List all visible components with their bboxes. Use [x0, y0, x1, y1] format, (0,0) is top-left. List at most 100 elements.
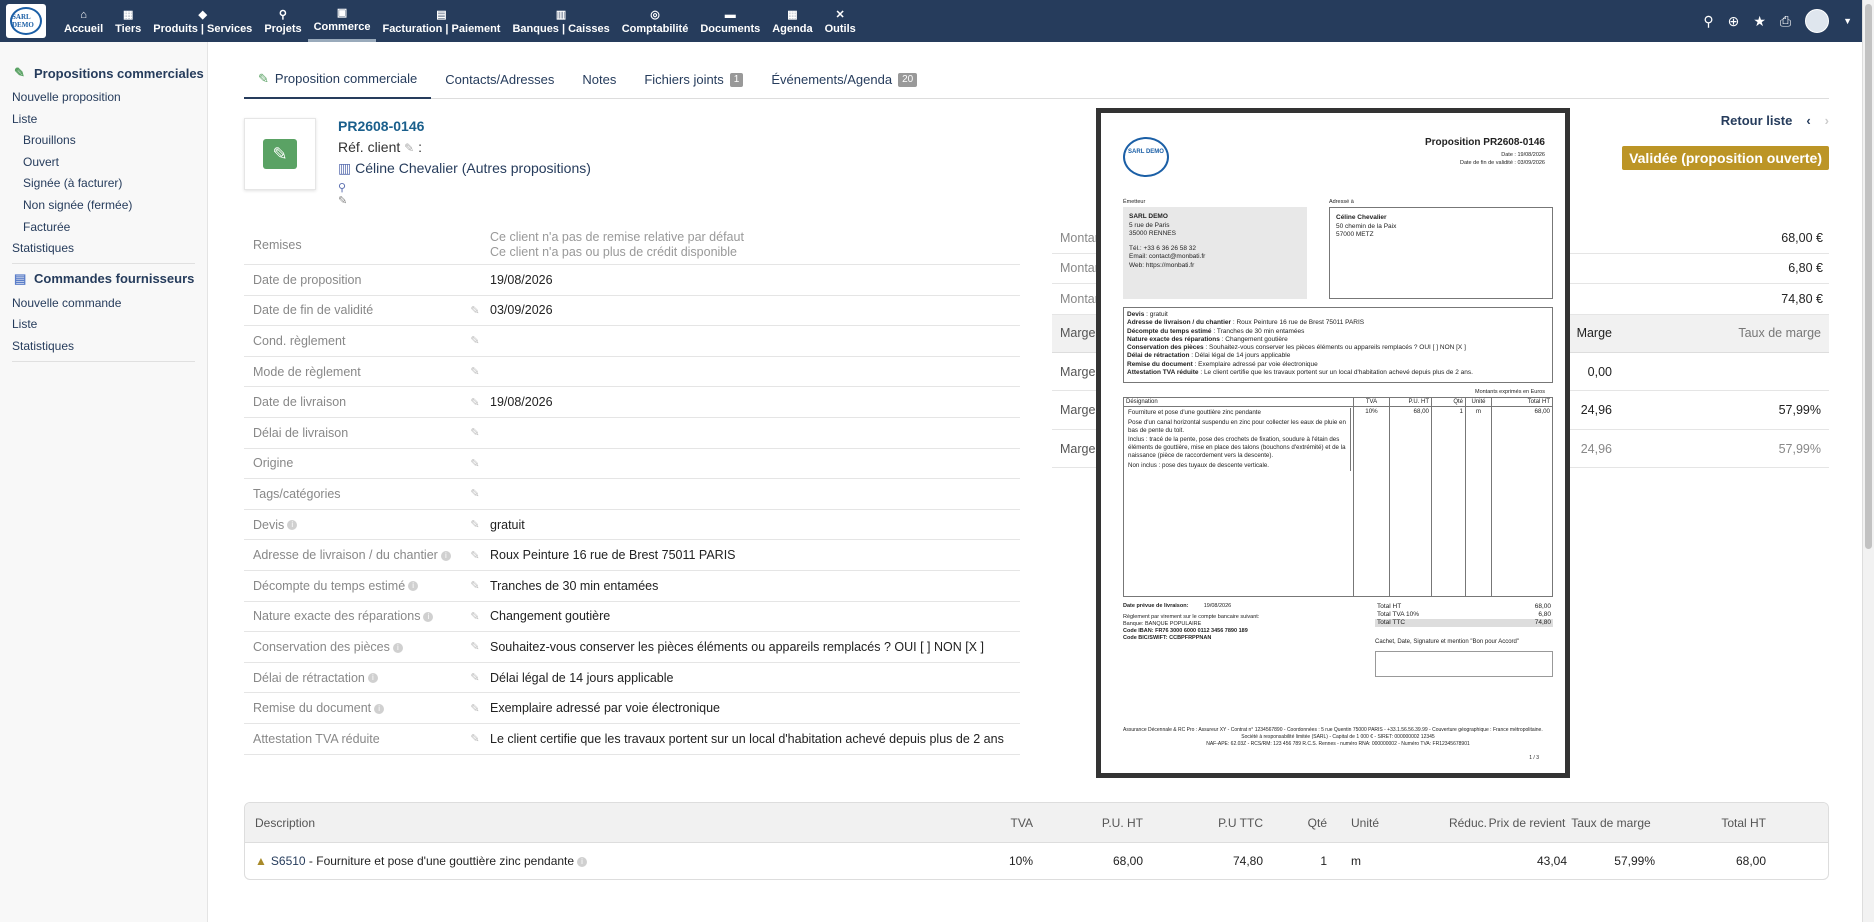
pencil-icon[interactable]: ✎ — [460, 702, 490, 715]
menu-item-label: Outils — [824, 22, 856, 35]
menu-item-accueil[interactable]: ⌂ Accueil — [58, 0, 109, 42]
preview-extra-value: Délai légal de 14 jours applicable — [1194, 352, 1291, 360]
menu-item-label: Accueil — [64, 22, 104, 35]
info-icon[interactable]: i — [392, 642, 403, 653]
order-icon: ▤ — [14, 270, 27, 286]
info-icon[interactable]: i — [287, 520, 298, 531]
menu-item-documents[interactable]: ▬ Documents — [694, 0, 766, 42]
field-label-text: Date de fin de validité — [253, 303, 374, 318]
field-row: Décompte du temps estimé i ✎ Tranches de 30… — [244, 571, 1020, 602]
pencil-icon[interactable]: ✎ — [404, 141, 414, 155]
tab--v-nements-agenda[interactable]: Événements/Agenda 20 — [757, 60, 931, 99]
print-icon[interactable]: ⎙ — [1780, 13, 1791, 30]
field-row: Origine ✎ — [244, 449, 1020, 480]
menu-item-produits-services[interactable]: ◆ Produits | Services — [147, 0, 258, 42]
sidebar-item[interactable]: Nouvelle proposition — [0, 87, 207, 109]
menu-item-facturation-paiement[interactable]: ▤ Facturation | Paiement — [376, 0, 506, 42]
sidebar-section-supplier-orders[interactable]: ▤ Commandes fournisseurs — [0, 270, 207, 288]
sidebar-item[interactable]: Facturée — [0, 217, 207, 239]
sidebar-item[interactable]: Liste — [0, 109, 207, 131]
add-circle-icon[interactable]: ⊕ — [1728, 13, 1740, 30]
field-label-text: Adresse de livraison / du chantier — [253, 548, 438, 563]
field-value-line: Ce client n'a pas ou plus de crédit disp… — [490, 244, 737, 259]
back-to-list-link[interactable]: Retour liste — [1721, 113, 1793, 128]
chevron-left-icon[interactable]: ‹ — [1806, 113, 1810, 128]
pencil-icon[interactable]: ✎ — [460, 334, 490, 347]
sidebar-item[interactable]: Liste — [0, 314, 207, 336]
sidebar-item[interactable]: Nouvelle commande — [0, 293, 207, 315]
menu-item-label: Comptabilité — [621, 22, 689, 35]
sidebar-item[interactable]: Non signée (fermée) — [0, 195, 207, 217]
pencil-icon[interactable]: ✎ — [460, 518, 490, 531]
chevron-down-icon[interactable]: ▼ — [1843, 16, 1852, 26]
menu-item-agenda[interactable]: ▦ Agenda — [766, 0, 818, 42]
tab-contacts-adresses[interactable]: Contacts/Adresses — [431, 60, 568, 99]
tab-label: Notes — [582, 71, 617, 87]
pencil-icon[interactable]: ✎ — [460, 365, 490, 378]
preview-total-row: Total TVA 10% 6,80 — [1375, 611, 1553, 619]
preview-legal-line: NAF-APE: 62.03Z - RCS/RM: 123 456 789 R.… — [1206, 741, 1470, 747]
field-label-text: Mode de règlement — [253, 364, 361, 379]
field-value: Le client certifie que les travaux porte… — [490, 731, 1004, 746]
info-icon[interactable]: i — [577, 856, 588, 867]
sidebar-item[interactable]: Brouillons — [0, 130, 207, 152]
menu-item-projets[interactable]: ⚲ Projets — [258, 0, 307, 42]
pencil-icon[interactable]: ✎ — [460, 396, 490, 409]
sidebar-item[interactable]: Statistiques — [0, 238, 207, 260]
chevron-right-icon[interactable]: › — [1825, 113, 1829, 128]
pencil-icon[interactable]: ✎ — [460, 426, 490, 439]
pencil-icon[interactable]: ✎ — [460, 457, 490, 470]
info-icon[interactable]: i — [367, 673, 378, 684]
pencil-icon[interactable]: ✎ — [460, 732, 490, 745]
proposal-icon: ✎ — [14, 65, 25, 80]
sidebar-item[interactable]: Statistiques — [0, 336, 207, 358]
margin-rate: 57,99% — [1778, 403, 1821, 418]
menu-item-banques-caisses[interactable]: ▥ Banques | Caisses — [506, 0, 615, 42]
info-icon[interactable]: i — [408, 581, 419, 592]
scrollbar-thumb[interactable] — [1865, 4, 1872, 549]
field-row: Tags/catégories ✎ — [244, 479, 1020, 510]
sidebar-section-title: Commandes fournisseurs — [34, 271, 195, 287]
info-icon[interactable]: i — [374, 703, 385, 714]
tab-proposition-commerciale[interactable]: ✎ Proposition commerciale — [244, 60, 432, 99]
menu-item-outils[interactable]: ✕ Outils — [819, 0, 862, 42]
page-scrollbar[interactable] — [1862, 0, 1874, 922]
info-icon[interactable]: i — [440, 550, 451, 561]
table-row[interactable]: ▲ S6510 - Fourniture et pose d'une goutti… — [245, 843, 1828, 879]
nav-actions: Retour liste ‹ › — [1721, 113, 1829, 128]
preview-extra-key: Conservation des pièces — [1127, 344, 1204, 352]
pencil-icon[interactable]: ✎ — [460, 610, 490, 623]
menu-item-commerce[interactable]: ▣ Commerce — [307, 0, 377, 42]
menu-item-tiers[interactable]: ▦ Tiers — [109, 0, 147, 42]
info-icon[interactable]: i — [423, 612, 434, 623]
sidebar-section-proposals[interactable]: ✎ Propositions commerciales — [0, 64, 207, 82]
pencil-icon[interactable]: ✎ — [460, 640, 490, 653]
sidebar-item[interactable]: Ouvert — [0, 152, 207, 174]
product-ref-link[interactable]: S6510 — [271, 854, 306, 868]
field-label: Attestation TVA réduite — [244, 732, 460, 746]
pencil-icon[interactable]: ✎ — [460, 579, 490, 592]
search-icon[interactable]: ⚲ — [1703, 13, 1713, 30]
project-link[interactable]: ⚲ ✎ — [338, 181, 347, 207]
thirdparty-link[interactable]: ▥ Céline Chevalier (Autres propositions) — [338, 160, 591, 177]
menu-item-comptabilit-[interactable]: ◎ Comptabilité — [616, 0, 695, 42]
preview-validity: Date de fin de validité : 03/09/2026 — [1459, 160, 1545, 166]
sidebar-item[interactable]: Signée (à facturer) — [0, 173, 207, 195]
tab-notes[interactable]: Notes — [568, 60, 630, 99]
preview-line-total: 68,00 — [1534, 408, 1550, 415]
company-logo[interactable]: SARL DEMO — [6, 4, 46, 38]
tab-fichiers-joints[interactable]: Fichiers joints 1 — [630, 60, 757, 99]
pdf-preview[interactable]: SARL DEMO Proposition PR2608-0146 Date :… — [1096, 108, 1570, 778]
pencil-icon[interactable]: ✎ — [338, 195, 347, 207]
bookmark-star-icon[interactable]: ★ — [1753, 13, 1766, 30]
pencil-icon[interactable]: ✎ — [460, 304, 490, 317]
preview-extra-line: Décompte du temps estimé : Tranches de 3… — [1127, 328, 1549, 336]
field-row: Délai de rétractation i ✎ Délai légal de 14… — [244, 663, 1020, 694]
pencil-icon[interactable]: ✎ — [460, 549, 490, 562]
pencil-icon[interactable]: ✎ — [460, 671, 490, 684]
user-avatar[interactable] — [1805, 9, 1830, 33]
pencil-icon[interactable]: ✎ — [460, 487, 490, 500]
ref-client: Réf. client ✎ : — [338, 139, 422, 155]
preview-extrafields: Devis : gratuit Adresse de livraison / du… — [1123, 307, 1553, 383]
field-label-text: Remises — [253, 237, 302, 252]
